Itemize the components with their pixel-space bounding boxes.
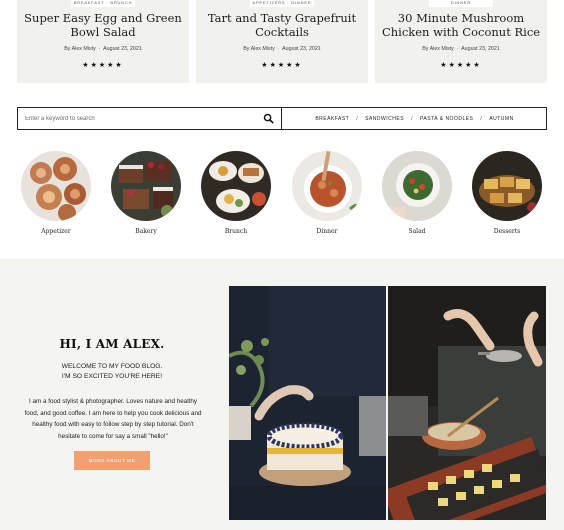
rating-stars: ★★★★★ bbox=[82, 62, 124, 69]
category-appetizer[interactable]: Appetizer bbox=[20, 151, 92, 235]
brunch-image[interactable] bbox=[201, 151, 271, 221]
cake-photo bbox=[229, 286, 386, 520]
separator: / bbox=[411, 115, 413, 122]
separator: / bbox=[480, 115, 483, 122]
category-bakery[interactable]: Bakery bbox=[110, 151, 182, 235]
about-bio: I am a food stylist & photographer. Love… bbox=[24, 398, 202, 440]
quick-link-autumn[interactable]: Autumn bbox=[489, 116, 513, 122]
author[interactable]: By Alex Misty bbox=[422, 46, 454, 52]
recipe-meta: By Alex Misty · August 23, 2021 bbox=[243, 46, 321, 52]
category-label[interactable]: Appetizer bbox=[20, 228, 92, 235]
search-input[interactable] bbox=[18, 108, 282, 129]
recipe-meta: By Alex Misty · August 23, 2021 bbox=[422, 46, 500, 52]
category-desserts[interactable]: Desserts bbox=[471, 151, 543, 235]
rating-stars: ★★★★★ bbox=[440, 62, 482, 69]
recipe-title[interactable]: 30 Minute Mushroom Chicken with Coconut … bbox=[379, 11, 543, 39]
category-dinner[interactable]: Dinner bbox=[291, 151, 363, 235]
search-icon[interactable] bbox=[263, 113, 274, 124]
category-label[interactable]: Dinner bbox=[291, 228, 363, 235]
quick-links: Breakfast / Sandwiches / Pasta & Noodles… bbox=[283, 108, 546, 129]
post-date: August 23, 2021 bbox=[461, 46, 500, 52]
separator: / bbox=[356, 115, 359, 122]
category-label[interactable]: Bakery bbox=[110, 228, 182, 235]
category-label[interactable]: Desserts bbox=[471, 228, 543, 235]
category-tag[interactable]: Appetizers · Dinner bbox=[250, 0, 314, 7]
category-brunch[interactable]: Brunch bbox=[200, 151, 272, 235]
recipe-card[interactable]: Appetizers · Dinner Tart and Tasty Grape… bbox=[196, 0, 368, 83]
post-date: August 23, 2021 bbox=[103, 46, 142, 52]
baking-photo bbox=[388, 286, 546, 520]
recipe-card[interactable]: Dinner 30 Minute Mushroom Chicken with C… bbox=[375, 0, 547, 83]
search-bar: Breakfast / Sandwiches / Pasta & Noodles… bbox=[17, 107, 547, 130]
quick-link-pasta-noodles[interactable]: Pasta & Noodles bbox=[420, 116, 473, 122]
category-tag[interactable]: Breakfast · Brunch bbox=[71, 0, 135, 7]
about-welcome: WELCOME TO MY FOOD BLOG. I'M SO EXCITED … bbox=[61, 363, 163, 380]
author[interactable]: By Alex Misty bbox=[243, 46, 275, 52]
category-tag[interactable]: Dinner bbox=[429, 0, 493, 7]
recipe-meta: By Alex Misty · August 23, 2021 bbox=[64, 46, 142, 52]
author[interactable]: By Alex Misty bbox=[64, 46, 96, 52]
recipe-title[interactable]: Tart and Tasty Grapefruit Cocktails bbox=[200, 11, 364, 39]
bakery-image[interactable] bbox=[111, 151, 181, 221]
quick-link-breakfast[interactable]: Breakfast bbox=[315, 116, 349, 122]
about-title: HI, I AM ALEX. bbox=[59, 337, 165, 351]
dinner-image[interactable] bbox=[292, 151, 362, 221]
category-label[interactable]: Salad bbox=[381, 228, 453, 235]
category-salad[interactable]: Salad bbox=[381, 151, 453, 235]
category-label[interactable]: Brunch bbox=[200, 228, 272, 235]
appetizer-image[interactable] bbox=[21, 151, 91, 221]
rating-stars: ★★★★★ bbox=[261, 62, 303, 69]
salad-image[interactable] bbox=[382, 151, 452, 221]
about-section: HI, I AM ALEX. WELCOME TO MY FOOD BLOG. … bbox=[0, 259, 564, 530]
quick-link-sandwiches[interactable]: Sandwiches bbox=[365, 116, 404, 122]
desserts-image[interactable] bbox=[472, 151, 542, 221]
recipe-card[interactable]: Breakfast · Brunch Super Easy Egg and Gr… bbox=[17, 0, 189, 83]
recipe-title[interactable]: Super Easy Egg and Green Bowl Salad bbox=[21, 11, 185, 39]
post-date: August 23, 2021 bbox=[282, 46, 321, 52]
more-about-me-button[interactable]: More about me bbox=[74, 451, 150, 470]
